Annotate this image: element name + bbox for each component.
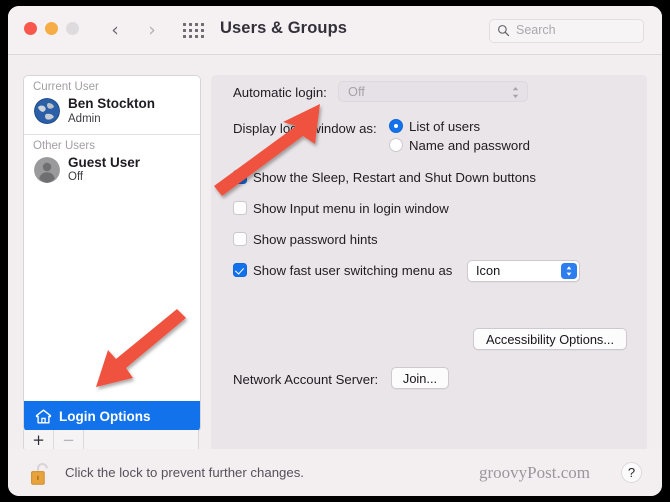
login-options-pane: Automatic login: Off Display login windo… <box>211 75 647 452</box>
search-placeholder: Search <box>516 23 556 37</box>
checkbox-show-password-hints[interactable] <box>233 232 247 246</box>
checkbox-show-fast-user-switching-label: Show fast user switching menu as <box>253 263 453 278</box>
fast-user-switching-popup[interactable]: Icon <box>467 260 580 282</box>
checkbox-show-password-hints-label: Show password hints <box>253 232 378 247</box>
add-user-button[interactable]: + <box>24 430 54 451</box>
help-button[interactable]: ? <box>621 462 642 483</box>
search-icon <box>497 24 510 37</box>
fast-user-switching-value: Icon <box>476 263 501 278</box>
zoom-button <box>66 22 79 35</box>
lock-hint-text: Click the lock to prevent further change… <box>65 465 304 480</box>
display-login-window-label: Display login window as: <box>233 121 377 136</box>
forward-chevron-icon[interactable]: › <box>139 18 165 42</box>
sidebar-login-options[interactable]: Login Options <box>24 401 200 431</box>
page-title: Users & Groups <box>220 19 348 37</box>
remove-user-button: − <box>54 430 84 451</box>
user-status: Off <box>68 171 84 184</box>
checkbox-show-fast-user-switching[interactable] <box>233 263 247 277</box>
chevron-up-down-icon <box>561 263 577 279</box>
sidebar-user-ben-stockton[interactable]: Ben Stockton Admin <box>24 94 200 132</box>
window-titlebar: ‹ › Users & Groups Search <box>8 6 662 55</box>
join-button[interactable]: Join... <box>391 367 449 389</box>
automatic-login-value: Off <box>348 84 365 99</box>
home-house-icon <box>35 409 52 423</box>
back-chevron-icon[interactable]: ‹ <box>102 18 128 42</box>
network-account-server-label: Network Account Server: <box>233 372 379 387</box>
chevron-up-down-icon <box>512 87 519 98</box>
sidebar-login-options-label: Login Options <box>59 408 151 424</box>
checkbox-show-sleep-restart-shutdown[interactable] <box>233 170 247 184</box>
group-label-other-users: Other Users <box>24 133 200 153</box>
traffic-light-buttons <box>24 22 79 35</box>
close-button[interactable] <box>24 22 37 35</box>
minimize-button[interactable] <box>45 22 58 35</box>
user-name: Guest User <box>68 154 141 170</box>
person-silhouette-avatar <box>34 156 60 183</box>
window-footer: Click the lock to prevent further change… <box>8 449 662 496</box>
user-status: Admin <box>68 112 101 125</box>
show-all-grid-icon[interactable] <box>183 23 205 39</box>
radio-name-and-password-label: Name and password <box>409 138 530 153</box>
watermark: groovyPost.com <box>479 463 590 482</box>
automatic-login-popup: Off <box>338 81 528 102</box>
radio-list-of-users-label: List of users <box>409 119 481 134</box>
accessibility-options-button[interactable]: Accessibility Options... <box>473 328 627 350</box>
window-content: Current User Ben Stockton Admin Other Us… <box>8 55 662 496</box>
earth-globe-avatar <box>34 97 60 124</box>
checkbox-show-sleep-restart-shutdown-label: Show the Sleep, Restart and Shut Down bu… <box>253 170 536 185</box>
group-label-current-user: Current User <box>33 81 99 93</box>
checkbox-show-input-menu[interactable] <box>233 201 247 215</box>
radio-name-and-password[interactable] <box>389 138 403 152</box>
user-name: Ben Stockton <box>68 96 156 111</box>
sidebar-user-guest-user[interactable]: Guest User Off <box>24 153 200 191</box>
system-preferences-window: ‹ › Users & Groups Search Current User B… <box>8 6 662 496</box>
automatic-login-label: Automatic login: <box>233 85 327 100</box>
users-sidebar: Current User Ben Stockton Admin Other Us… <box>23 75 201 432</box>
unlocked-padlock-icon[interactable] <box>30 461 54 487</box>
search-field[interactable]: Search <box>489 19 644 43</box>
checkbox-show-input-menu-label: Show Input menu in login window <box>253 201 449 216</box>
radio-list-of-users[interactable] <box>389 119 403 133</box>
